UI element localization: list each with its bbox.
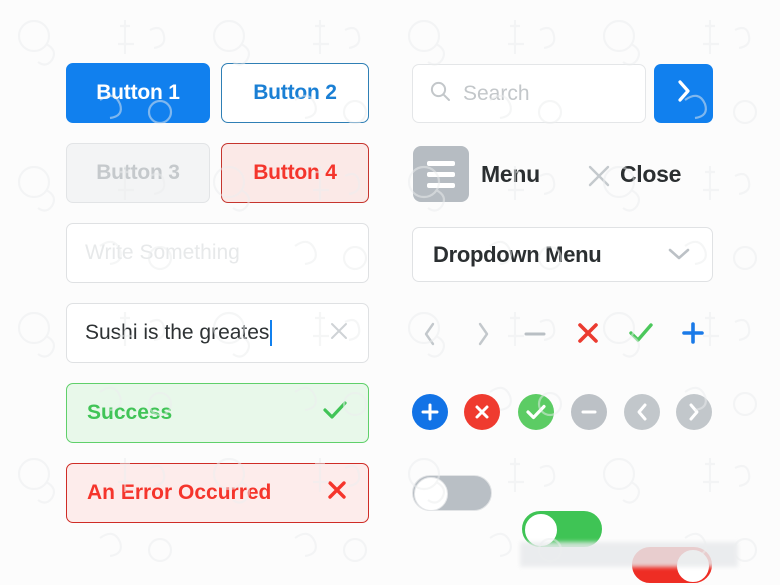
close-x-icon[interactable] [586,163,612,189]
button-4-label: Button 4 [253,161,337,184]
minus-circle-icon[interactable] [571,394,607,430]
search-icon [429,80,451,107]
write-something-placeholder: Write Something [85,241,240,264]
search-input[interactable]: Search [412,64,646,123]
toggle-knob [414,477,448,511]
chevron-right-circle-icon[interactable] [676,394,712,430]
check-icon [322,399,348,428]
blurred-footer-bar [520,542,738,567]
plus-circle-icon[interactable] [412,394,448,430]
clear-input-icon[interactable] [328,320,350,347]
success-alert: Success [66,383,369,443]
button-2-label: Button 2 [253,81,337,104]
search-placeholder: Search [463,81,530,105]
dropdown-menu[interactable]: Dropdown Menu [412,227,713,282]
button-1[interactable]: Button 1 [66,63,210,123]
sushi-input-value: Sushi is the greates [85,321,270,344]
minus-icon[interactable] [521,320,549,348]
menu-label: Menu [481,161,540,187]
error-alert: An Error Occurred [66,463,369,523]
hamburger-icon-bar [427,171,455,177]
button-1-label: Button 1 [96,81,180,104]
close-circle-icon[interactable] [464,394,500,430]
close-x-icon[interactable] [326,479,348,508]
dropdown-selected-value: Dropdown Menu [433,241,602,267]
close-x-icon[interactable] [574,319,602,347]
menu-button[interactable] [413,146,469,202]
text-caret [270,320,273,346]
sushi-input[interactable]: Sushi is the greates [66,303,369,363]
button-4[interactable]: Button 4 [221,143,369,203]
search-submit-button[interactable] [654,64,713,123]
chevron-down-icon [666,242,692,268]
check-icon[interactable] [626,319,656,347]
check-circle-icon[interactable] [518,394,554,430]
hamburger-icon-bar [427,160,455,166]
button-3[interactable]: Button 3 [66,143,210,203]
hamburger-icon-bar [427,182,455,188]
chevron-right-icon [674,78,694,109]
chevron-right-icon[interactable] [469,320,497,348]
close-label: Close [620,161,682,187]
chevron-left-icon[interactable] [416,320,444,348]
error-alert-label: An Error Occurred [87,481,272,504]
ui-kit-canvas: Button 1 Button 2 Button 3 Button 4 Writ… [0,0,780,585]
write-something-input[interactable]: Write Something [66,223,369,283]
toggle-grey-off[interactable] [412,475,492,511]
chevron-left-circle-icon[interactable] [624,394,660,430]
button-3-label: Button 3 [96,161,180,184]
plus-icon[interactable] [679,319,707,347]
success-alert-label: Success [87,401,173,424]
button-2[interactable]: Button 2 [221,63,369,123]
